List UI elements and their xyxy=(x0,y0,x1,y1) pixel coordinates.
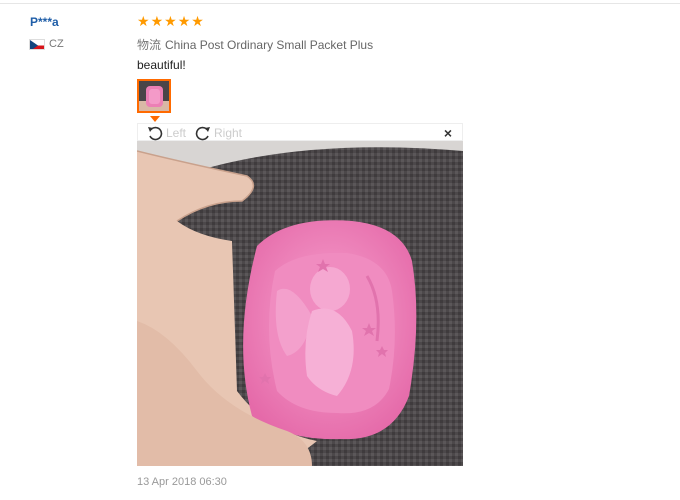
feedback-text: beautiful! xyxy=(137,58,186,72)
shipping-info: 物流 China Post Ordinary Small Packet Plus xyxy=(137,36,373,53)
star-icon: ★ xyxy=(137,13,150,29)
rating-stars: ★ ★ ★ ★ ★ xyxy=(137,14,204,28)
thumbnail-selected-indicator xyxy=(150,116,160,122)
top-divider xyxy=(0,3,680,4)
star-icon: ★ xyxy=(177,13,191,29)
shipping-method: China Post Ordinary Small Packet Plus xyxy=(165,38,374,52)
rotate-left-button[interactable]: Left xyxy=(146,124,186,142)
star-icon: ★ xyxy=(164,13,177,29)
rotate-left-icon xyxy=(148,126,163,141)
rotate-right-label: Right xyxy=(214,126,243,140)
image-viewer-toolbar: Left Right × xyxy=(137,123,463,141)
country-code: CZ xyxy=(49,38,64,50)
reviewer-name: P***a xyxy=(30,15,59,29)
reviewer-country: CZ xyxy=(29,38,64,50)
star-icon: ★ xyxy=(150,13,164,29)
review-photo-thumbnail[interactable] xyxy=(137,79,171,113)
rotate-left-label: Left xyxy=(166,126,187,140)
review-date: 13 Apr 2018 06:30 xyxy=(137,476,227,488)
czech-flag-icon xyxy=(29,38,45,50)
close-viewer-button[interactable]: × xyxy=(444,125,452,141)
rotate-right-button[interactable]: Right xyxy=(194,124,242,142)
rotate-right-icon xyxy=(195,126,210,141)
star-icon: ★ xyxy=(191,13,204,29)
review-photo-large xyxy=(137,141,463,466)
shipping-label: 物流 xyxy=(137,38,162,52)
close-icon: × xyxy=(443,125,452,141)
